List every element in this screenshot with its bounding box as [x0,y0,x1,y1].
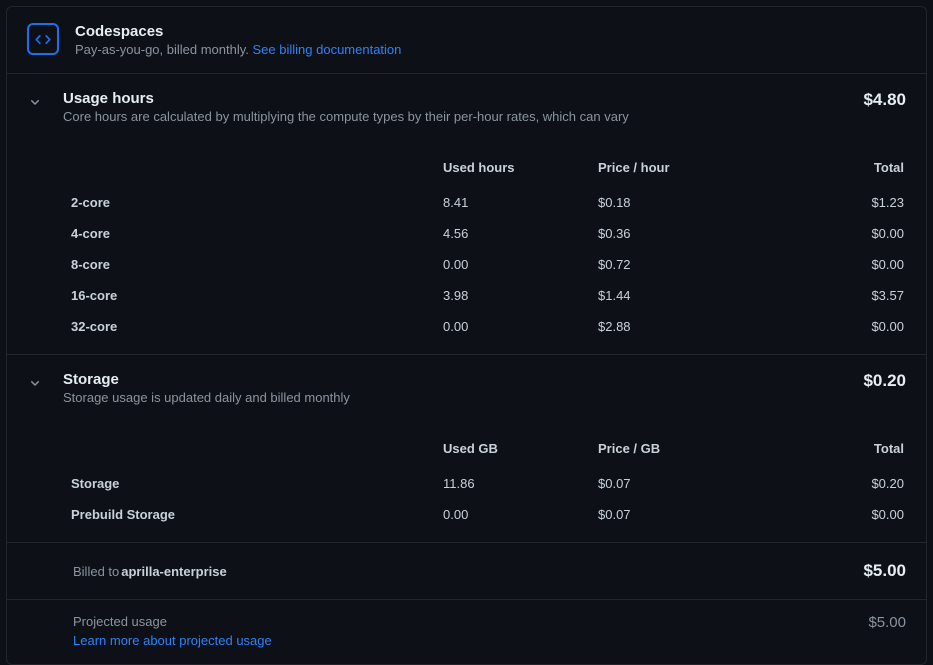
row-name: 8-core [63,257,443,272]
col-total: Total [753,441,906,456]
table-row: Prebuild Storage0.00$0.07$0.00 [63,499,906,530]
billed-to-target: aprilla-enterprise [121,564,227,579]
projected-usage-row: Projected usage Learn more about project… [7,600,926,664]
row-name: 2-core [63,195,443,210]
projected-usage-label: Projected usage [73,614,868,629]
row-name: 4-core [63,226,443,241]
billed-to-label: Billed to [73,564,119,579]
row-name: 32-core [63,319,443,334]
row-price: $0.07 [598,507,753,522]
usage-hours-title: Usage hours [63,90,863,107]
subtitle-text: Pay-as-you-go, billed monthly. [75,42,253,57]
billed-amount: $5.00 [863,561,906,581]
row-name: Prebuild Storage [63,507,443,522]
table-row: 32-core0.00$2.88$0.00 [63,311,906,342]
table-row: Storage11.86$0.07$0.20 [63,468,906,499]
usage-hours-section: Usage hours Core hours are calculated by… [7,74,926,355]
projected-usage-amount: $5.00 [868,614,906,648]
panel-subtitle: Pay-as-you-go, billed monthly. See billi… [75,42,906,57]
row-total: $3.57 [753,288,906,303]
row-used: 0.00 [443,257,598,272]
panel-header: Codespaces Pay-as-you-go, billed monthly… [7,7,926,74]
projected-usage-link[interactable]: Learn more about projected usage [73,633,868,648]
storage-table: Used GB Price / GB Total Storage11.86$0.… [63,433,906,530]
col-price-hour: Price / hour [598,160,753,175]
row-total: $0.00 [753,257,906,272]
col-used-gb: Used GB [443,441,598,456]
usage-hours-amount: $4.80 [863,90,906,110]
table-row: 4-core4.56$0.36$0.00 [63,218,906,249]
row-price: $0.18 [598,195,753,210]
row-used: 11.86 [443,476,598,491]
codespaces-icon [27,23,59,55]
chevron-down-icon[interactable] [27,375,43,394]
row-used: 3.98 [443,288,598,303]
row-name: Storage [63,476,443,491]
usage-hours-desc: Core hours are calculated by multiplying… [63,109,863,124]
row-name: 16-core [63,288,443,303]
table-header-row: Used hours Price / hour Total [63,152,906,187]
col-total: Total [753,160,906,175]
storage-desc: Storage usage is updated daily and bille… [63,390,863,405]
table-header-row: Used GB Price / GB Total [63,433,906,468]
table-row: 8-core0.00$0.72$0.00 [63,249,906,280]
storage-title: Storage [63,371,863,388]
panel-title: Codespaces [75,23,906,40]
chevron-down-icon[interactable] [27,94,43,113]
row-price: $0.07 [598,476,753,491]
table-row: 16-core3.98$1.44$3.57 [63,280,906,311]
usage-hours-table: Used hours Price / hour Total 2-core8.41… [63,152,906,342]
billed-to-row: Billed to aprilla-enterprise $5.00 [7,543,926,600]
storage-section: Storage Storage usage is updated daily a… [7,355,926,543]
col-used-hours: Used hours [443,160,598,175]
row-total: $0.20 [753,476,906,491]
row-total: $0.00 [753,507,906,522]
row-used: 0.00 [443,507,598,522]
row-used: 4.56 [443,226,598,241]
row-used: 0.00 [443,319,598,334]
row-total: $0.00 [753,226,906,241]
row-used: 8.41 [443,195,598,210]
codespaces-billing-panel: Codespaces Pay-as-you-go, billed monthly… [6,6,927,665]
billing-docs-link[interactable]: See billing documentation [253,42,402,57]
row-price: $0.72 [598,257,753,272]
row-total: $1.23 [753,195,906,210]
row-price: $0.36 [598,226,753,241]
row-price: $2.88 [598,319,753,334]
storage-amount: $0.20 [863,371,906,391]
table-row: 2-core8.41$0.18$1.23 [63,187,906,218]
row-price: $1.44 [598,288,753,303]
row-total: $0.00 [753,319,906,334]
col-price-gb: Price / GB [598,441,753,456]
